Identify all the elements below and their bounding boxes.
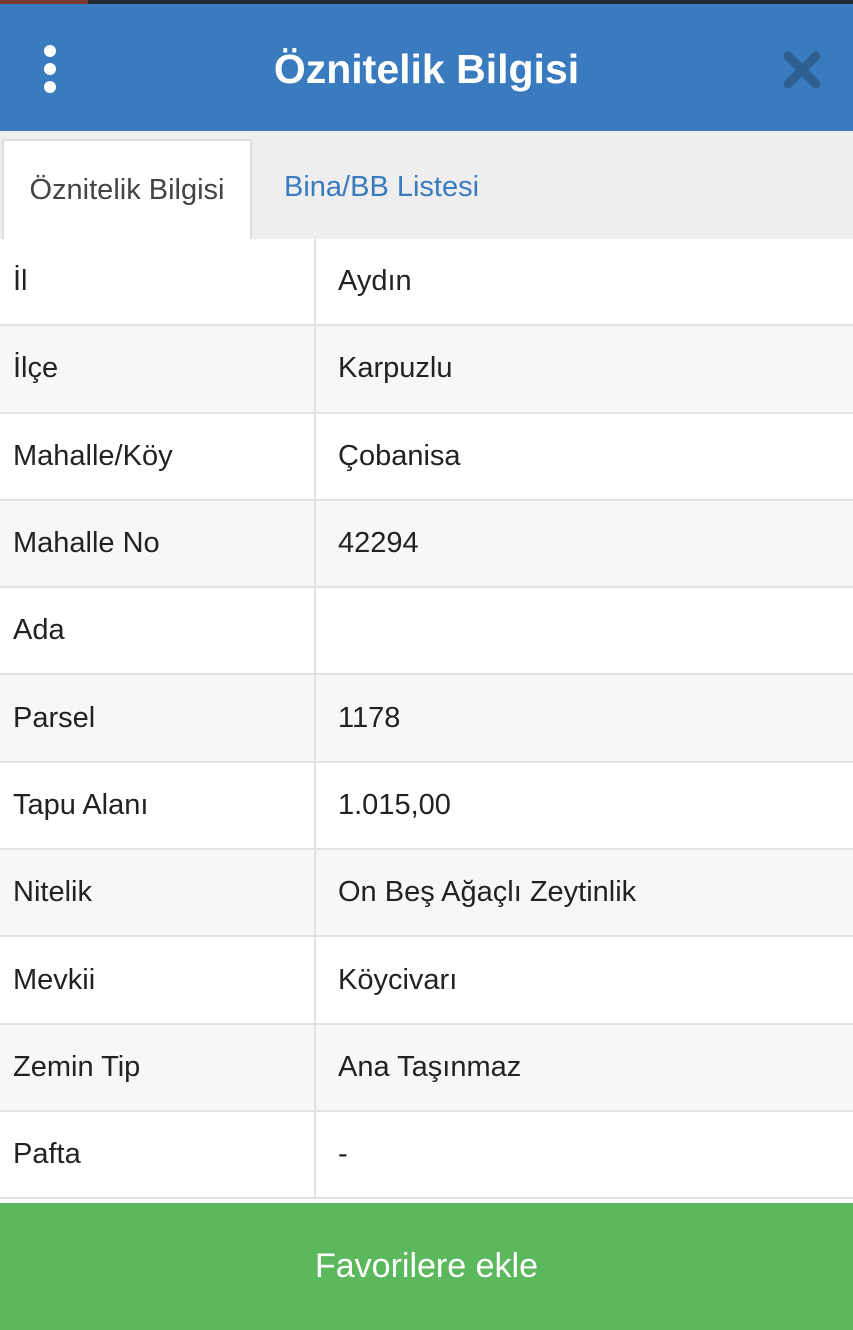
table-row: Parsel 1178 bbox=[0, 675, 853, 763]
header-bar: Öznitelik Bilgisi bbox=[0, 4, 853, 131]
row-value: On Beş Ağaçlı Zeytinlik bbox=[338, 876, 637, 909]
table-row: Mahalle/Köy Çobanisa bbox=[0, 413, 853, 501]
more-vertical-icon[interactable] bbox=[22, 34, 78, 104]
page-title: Öznitelik Bilgisi bbox=[273, 46, 580, 92]
table-row: Mahalle No 42294 bbox=[0, 500, 853, 589]
row-label: Parsel bbox=[0, 675, 316, 761]
table-row: Ada bbox=[0, 588, 853, 676]
row-value: Karpuzlu bbox=[338, 352, 453, 385]
row-value: Aydın bbox=[338, 265, 412, 298]
tab-bina-bb-listesi[interactable]: Bina/BB Listesi bbox=[284, 131, 479, 239]
add-to-favorites-button[interactable]: Favorilere ekle bbox=[0, 1203, 853, 1330]
table-row: Mevkii Köycivarı bbox=[0, 937, 853, 1025]
row-label: Zemin Tip bbox=[0, 1024, 316, 1110]
table-row: Nitelik On Beş Ağaçlı Zeytinlik bbox=[0, 850, 853, 938]
table-row: İlçe Karpuzlu bbox=[0, 326, 853, 414]
row-label: İl bbox=[0, 239, 316, 325]
row-label: Ada bbox=[0, 588, 316, 674]
row-value: 1178 bbox=[338, 701, 401, 734]
row-label: Nitelik bbox=[0, 850, 316, 936]
row-label: Mevkii bbox=[0, 937, 316, 1023]
tab-oznitelik-bilgisi[interactable]: Öznitelik Bilgisi bbox=[2, 139, 252, 239]
row-label: Mahalle No bbox=[0, 500, 316, 587]
row-label: İlçe bbox=[0, 326, 316, 412]
row-label: Pafta bbox=[0, 1111, 316, 1198]
row-value bbox=[316, 588, 853, 673]
table-row: Pafta - bbox=[0, 1111, 853, 1200]
close-icon[interactable] bbox=[776, 44, 828, 96]
row-value: Çobanisa bbox=[338, 439, 461, 472]
row-value: 42294 bbox=[338, 527, 419, 560]
table-row: İl Aydın bbox=[0, 239, 853, 327]
row-value: - bbox=[338, 1138, 348, 1171]
row-value: Ana Taşınmaz bbox=[338, 1050, 522, 1083]
row-value: Köycivarı bbox=[338, 963, 458, 996]
row-label: Mahalle/Köy bbox=[0, 413, 316, 499]
row-value: 1.015,00 bbox=[338, 788, 451, 821]
attribute-table: İl Aydın İlçe Karpuzlu Mahalle/Köy Çoban… bbox=[0, 239, 853, 1200]
row-label: Tapu Alanı bbox=[0, 762, 316, 849]
table-row: Tapu Alanı 1.015,00 bbox=[0, 762, 853, 851]
table-row: Zemin Tip Ana Taşınmaz bbox=[0, 1024, 853, 1112]
